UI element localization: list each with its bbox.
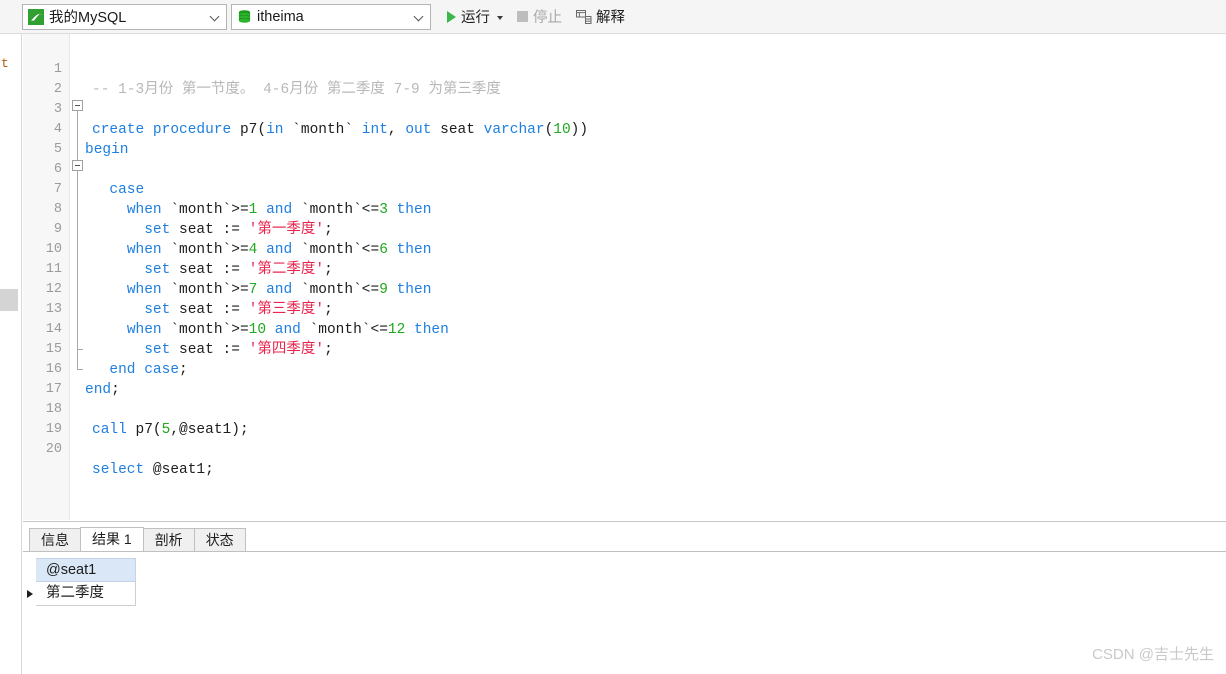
stop-button[interactable]: 停止 xyxy=(513,3,566,31)
explain-label: 解释 xyxy=(596,10,625,26)
database-selector[interactable]: itheima xyxy=(231,3,431,30)
row-selector[interactable] xyxy=(24,582,36,606)
run-button[interactable]: 运行 xyxy=(443,3,507,31)
watermark: CSDN @吉士先生 xyxy=(1092,646,1214,663)
explain-icon xyxy=(576,9,592,24)
line-number: 20 xyxy=(45,442,62,457)
cell-seat1[interactable]: 第二季度 xyxy=(36,582,136,606)
tabstrip-filler xyxy=(245,550,1226,551)
chevron-down-icon[interactable] xyxy=(204,5,226,29)
line-number: 15 xyxy=(45,342,62,357)
line-number: 13 xyxy=(45,302,62,317)
tab-status[interactable]: 状态 xyxy=(193,528,246,551)
line-number: 8 xyxy=(53,202,62,217)
pane-splitter-handle[interactable] xyxy=(0,289,18,311)
line-number: 2 xyxy=(53,82,62,97)
sql-editor-window: 我的MySQL itheima 运行 停止 解释 t 1 -- 1-3月份 第一… xyxy=(0,0,1226,674)
line-number: 5 xyxy=(53,142,62,157)
toolbar: 我的MySQL itheima 运行 停止 解释 xyxy=(0,0,1226,34)
connection-selector[interactable]: 我的MySQL xyxy=(22,3,227,30)
line-number: 1 xyxy=(53,62,62,77)
line-number: 3 xyxy=(53,102,62,117)
line-number: 14 xyxy=(45,322,62,337)
tab-result-1[interactable]: 结果 1 xyxy=(80,527,144,551)
line-number: 16 xyxy=(45,362,62,377)
run-dropdown-caret-icon[interactable] xyxy=(497,15,503,20)
line-number: 10 xyxy=(45,242,62,257)
line-number: 6 xyxy=(53,162,62,177)
play-icon xyxy=(447,10,456,23)
line-number: 9 xyxy=(53,222,62,237)
stop-square-icon xyxy=(517,11,528,22)
code-line-20: select @seat1; xyxy=(92,462,214,478)
code-lines[interactable]: 1 -- 1-3月份 第一节度。 4-6月份 第二季度 7-9 为第三季度 2 … xyxy=(46,34,1226,520)
column-header-seat1[interactable]: @seat1 xyxy=(36,558,136,582)
line-number: 4 xyxy=(53,122,62,137)
left-rail-partial-text: t xyxy=(1,56,9,71)
sql-code-editor[interactable]: 1 -- 1-3月份 第一节度。 4-6月份 第二季度 7-9 为第三季度 2 … xyxy=(23,34,1226,520)
mysql-dolphin-icon xyxy=(28,8,44,25)
current-row-triangle-icon xyxy=(27,590,33,598)
database-cylinder-icon xyxy=(237,9,252,25)
line-number: 11 xyxy=(45,262,62,277)
database-label: itheima xyxy=(257,8,304,25)
connection-label: 我的MySQL xyxy=(49,10,127,26)
table-row[interactable]: 第二季度 xyxy=(24,582,136,606)
explain-button[interactable]: 解释 xyxy=(572,3,629,31)
line-number: 18 xyxy=(45,402,62,417)
line-number: 17 xyxy=(45,382,62,397)
line-number: 7 xyxy=(53,182,62,197)
result-grid[interactable]: @seat1 第二季度 xyxy=(24,558,136,606)
run-label: 运行 xyxy=(461,10,490,26)
tab-profile[interactable]: 剖析 xyxy=(142,528,195,551)
line-number: 12 xyxy=(45,282,62,297)
results-tabstrip: 信息 结果 1 剖析 状态 xyxy=(23,527,1226,552)
line-number: 19 xyxy=(45,422,62,437)
chevron-down-icon[interactable] xyxy=(408,5,430,29)
results-pane: 信息 结果 1 剖析 状态 @seat1 第二季度 xyxy=(23,521,1226,674)
stop-label: 停止 xyxy=(533,10,562,26)
tab-info[interactable]: 信息 xyxy=(29,528,81,551)
left-rail: t xyxy=(0,34,22,674)
